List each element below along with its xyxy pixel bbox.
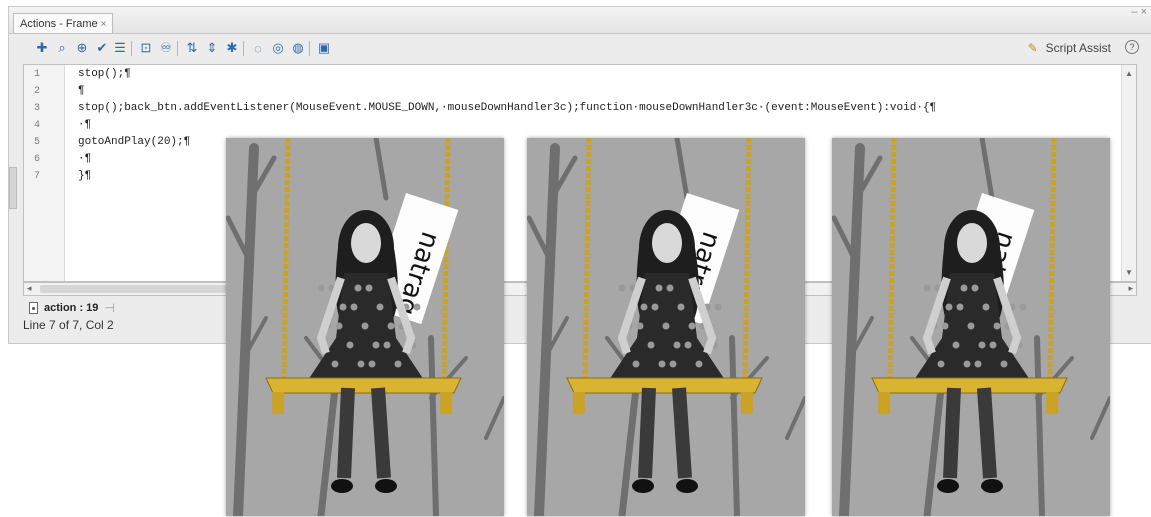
scroll-left-icon[interactable]: ◂ xyxy=(27,283,32,294)
scroll-down-icon[interactable]: ▼ xyxy=(1125,268,1133,277)
line-number: 7 xyxy=(34,171,41,182)
tab-close-icon[interactable]: × xyxy=(101,19,107,30)
script-assist-label: Script Assist xyxy=(1045,41,1111,55)
magic-wand-icon: ✎ xyxy=(1027,41,1038,55)
pin-script-icon[interactable]: ⊣ xyxy=(104,298,114,318)
find-icon[interactable]: ⌕ xyxy=(53,39,71,57)
show-hide-toolbox-icon[interactable]: ▣ xyxy=(315,39,333,57)
apply-block-comment-icon[interactable]: ◌ xyxy=(249,39,267,57)
actions-toolbar: ✚ ⌕ ⊕ ✔ ☰ ⊡ ♾ ⇅ ⇕ ✱ ◌ ◎ ◍ ▣ ✎ Script Assi… xyxy=(9,34,1151,62)
scrollbar-thumb[interactable] xyxy=(40,285,240,293)
line-number: 1 xyxy=(34,69,41,80)
swing-photo-frame-1: natrag xyxy=(226,138,504,516)
tab-actions-frame[interactable]: Actions - Frame × xyxy=(13,13,114,33)
script-file-icon xyxy=(29,302,38,314)
code-hint-icon[interactable]: ⊡ xyxy=(137,39,155,57)
target-path-icon[interactable]: ⊕ xyxy=(73,39,91,57)
code-line[interactable]: ¶ xyxy=(78,85,85,97)
toolbar-separator xyxy=(243,41,244,56)
add-statement-icon[interactable]: ✚ xyxy=(33,39,51,57)
scroll-right-icon[interactable]: ▸ xyxy=(1128,283,1133,294)
script-tab-action[interactable]: action : 19 ⊣ xyxy=(29,298,115,318)
swing-photo: natrag xyxy=(832,138,1110,516)
vertical-scrollbar[interactable]: ▲ ▼ xyxy=(1121,65,1136,281)
expand-all-icon[interactable]: ✱ xyxy=(223,39,241,57)
toolbar-separator xyxy=(177,41,178,56)
code-line[interactable]: gotoAndPlay(20);¶ xyxy=(78,136,190,148)
status-bar: Line 7 of 7, Col 2 xyxy=(23,318,114,332)
code-line[interactable]: ·¶ xyxy=(78,119,91,131)
check-syntax-icon[interactable]: ✔ xyxy=(93,39,111,57)
remove-comment-icon[interactable]: ◍ xyxy=(289,39,307,57)
toolbar-separator xyxy=(131,41,132,56)
collapse-selection-icon[interactable]: ⇕ xyxy=(203,39,221,57)
auto-format-icon[interactable]: ☰ xyxy=(111,39,129,57)
debug-options-icon[interactable]: ♾ xyxy=(157,39,175,57)
panel-collapse-handle[interactable] xyxy=(9,167,17,209)
line-number: 2 xyxy=(34,86,41,97)
toolbar-separator xyxy=(309,41,310,56)
help-icon[interactable]: ? xyxy=(1125,40,1139,54)
code-line[interactable]: stop();¶ xyxy=(78,68,131,80)
code-line[interactable]: ·¶ xyxy=(78,153,91,165)
swing-photo: natrag xyxy=(527,138,805,516)
code-line[interactable]: stop();back_btn.addEventListener(MouseEv… xyxy=(78,102,936,114)
tab-title: Actions - Frame xyxy=(20,18,98,30)
script-assist-button[interactable]: ✎ Script Assist xyxy=(1028,41,1111,55)
collapse-braces-icon[interactable]: ⇅ xyxy=(183,39,201,57)
code-line[interactable]: }¶ xyxy=(78,170,91,182)
line-number: 6 xyxy=(34,154,41,165)
script-tab-label: action : 19 xyxy=(44,302,99,314)
swing-photo-frame-3: natrag xyxy=(832,138,1110,516)
tab-strip: Actions - Frame × – × xyxy=(9,7,1151,34)
line-number-gutter: 1 2 3 4 5 6 7 xyxy=(24,65,65,281)
line-number: 3 xyxy=(34,103,41,114)
line-number: 4 xyxy=(34,120,41,131)
scroll-up-icon[interactable]: ▲ xyxy=(1125,69,1133,78)
window-controls[interactable]: – × xyxy=(1131,7,1147,18)
swing-photo: natrag xyxy=(226,138,504,516)
apply-line-comment-icon[interactable]: ◎ xyxy=(269,39,287,57)
swing-photo-frame-2: natrag xyxy=(527,138,805,516)
line-number: 5 xyxy=(34,137,41,148)
